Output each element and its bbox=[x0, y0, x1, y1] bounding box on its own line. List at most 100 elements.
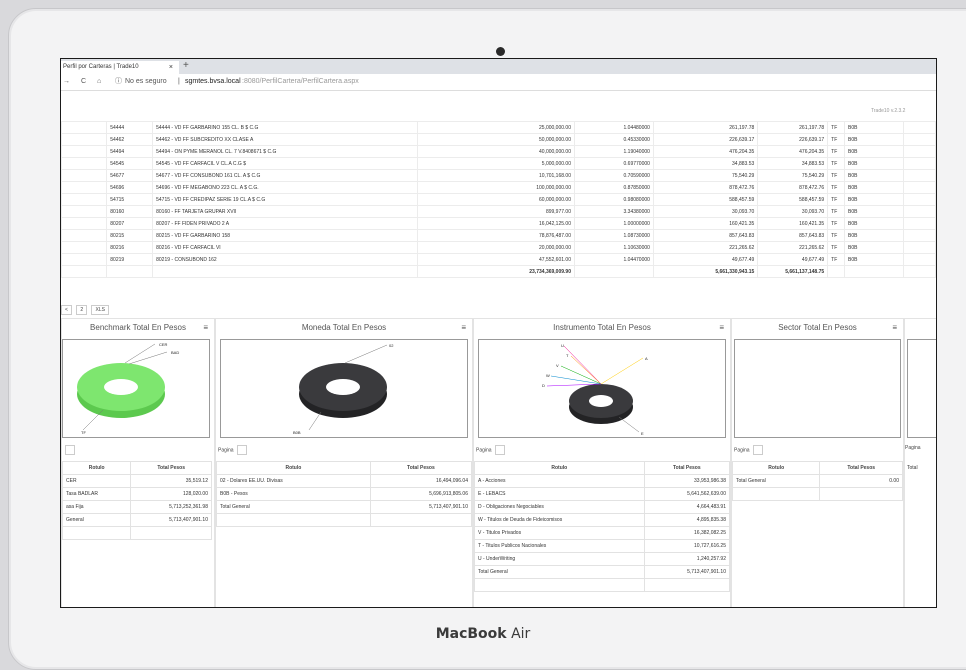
table-row[interactable]: 54715 54715 - VD FF CREDIPAZ SERIE 19 CL.… bbox=[61, 193, 936, 206]
page-number[interactable]: 2 bbox=[76, 305, 88, 315]
spacer-cell bbox=[61, 157, 108, 170]
cell-name: 54444 - VD FF GARBARINO 155 CL. B $ C.G bbox=[152, 121, 418, 134]
panel-title: Instrumento Total En Pesos bbox=[553, 323, 651, 332]
cell-code: 54444 bbox=[106, 121, 154, 134]
label-bad: BAD bbox=[171, 350, 179, 355]
table-row[interactable]: 54462 54462 - VD FF SUBCREDITO XX CLASE A… bbox=[61, 133, 936, 146]
table-row[interactable]: 80216 80216 - VD FF CARFACIL VI 20,000,000… bbox=[61, 241, 936, 254]
table-row[interactable]: D - Obligaciones Negociables 4,664,483.91 bbox=[474, 500, 731, 514]
cell-cur: B0B bbox=[843, 121, 905, 134]
spacer-cell bbox=[903, 181, 936, 194]
table-row[interactable]: 02 - Dolares EE.UU. Divisas 16,494,096.04 bbox=[216, 474, 473, 488]
menu-icon[interactable]: ≡ bbox=[719, 323, 724, 332]
cell-nominal: 50,000,000.00 bbox=[416, 133, 575, 146]
cell-v2: 75,540.29 bbox=[757, 169, 829, 182]
cell-name: 54494 - ON PYME MERANOL CL. 7 V.8408671 … bbox=[152, 145, 418, 158]
table-row[interactable]: Total General 5,713,407,901.10 bbox=[216, 500, 473, 514]
instrumento-panel: Instrumento Total En Pesos ≡ U T A V W D bbox=[473, 318, 731, 607]
menu-icon[interactable]: ≡ bbox=[461, 323, 466, 332]
table-row[interactable]: 80219 80219 - CONSUBOND 162 47,552,601.00 1… bbox=[61, 253, 936, 266]
browser-tab-bar: Perfil por Carteras | Trade10 × + bbox=[61, 59, 936, 74]
header-total[interactable]: Total Pesos bbox=[643, 461, 731, 475]
table-row[interactable]: 54444 54444 - VD FF GARBARINO 155 CL. B $… bbox=[61, 121, 936, 134]
browser-tab[interactable]: Perfil por Carteras | Trade10 × bbox=[61, 61, 179, 74]
cell-name: 54715 - VD FF CREDIPAZ SERIE 19 CL.A $ C… bbox=[152, 193, 418, 206]
table-row[interactable]: A - Acciones 33,953,986.38 bbox=[474, 474, 731, 488]
cell-nominal: 100,000,000.00 bbox=[416, 181, 575, 194]
table-row[interactable]: 80215 80215 - VD FF GARBARINO 158 78,876,4… bbox=[61, 229, 936, 242]
header-total[interactable]: Total Pesos bbox=[130, 461, 212, 475]
table-row[interactable]: 54494 54494 - ON PYME MERANOL CL. 7 V.840… bbox=[61, 145, 936, 158]
menu-icon[interactable]: ≡ bbox=[203, 323, 208, 332]
cell-price: 1.19040000 bbox=[573, 145, 654, 158]
cell-v2: 878,472.76 bbox=[757, 181, 829, 194]
screen: Perfil por Carteras | Trade10 × + → C ⌂ … bbox=[60, 58, 937, 608]
cell-code: 54677 bbox=[106, 169, 154, 182]
url-path[interactable]: :8080/PerfilCartera/PerfilCartera.aspx bbox=[242, 74, 359, 90]
page-box[interactable] bbox=[494, 445, 505, 455]
empty-cell bbox=[843, 265, 905, 278]
header-total[interactable]: Total Pesos bbox=[369, 461, 473, 475]
page-label: Pagina bbox=[476, 445, 505, 455]
cell-v1: 221,265.62 bbox=[652, 241, 759, 254]
camera bbox=[496, 47, 505, 56]
table-row[interactable]: B0B - Pesos 5,696,913,805.06 bbox=[216, 487, 473, 501]
cell-cur: B0B bbox=[843, 217, 905, 230]
url-host[interactable]: sgmtes.bvsa.local bbox=[185, 74, 241, 90]
back-icon[interactable]: → bbox=[63, 74, 70, 90]
new-tab-icon[interactable]: + bbox=[183, 60, 189, 71]
table-row[interactable]: CER 35,519.12 bbox=[61, 474, 212, 488]
total-cell: 5,713,407,901.10 bbox=[369, 500, 473, 514]
header-rotulo[interactable]: Rotulo bbox=[731, 461, 821, 475]
total-cell: 35,519.12 bbox=[130, 474, 212, 488]
table-row[interactable]: Total General 5,713,407,901.10 bbox=[474, 565, 731, 579]
cell-t: TF bbox=[827, 169, 845, 182]
rotulo-cell: Tasa BADLAR bbox=[61, 487, 132, 501]
table-row[interactable]: 80160 80160 - FF TARJETA GRUPAR XVII 899,9… bbox=[61, 205, 936, 218]
table-row[interactable]: asa Fija 5,713,252,361.98 bbox=[61, 500, 212, 514]
table-row[interactable]: 54545 54545 - VD FF CARFACIL V CL.A C.G $… bbox=[61, 157, 936, 170]
cell-nominal: 40,000,000.00 bbox=[416, 145, 575, 158]
table-row[interactable]: Tasa BADLAR 128,020.00 bbox=[61, 487, 212, 501]
header-rotulo[interactable]: Rotulo bbox=[474, 461, 645, 475]
reload-icon[interactable]: C bbox=[81, 74, 86, 90]
table-row[interactable]: 54677 54677 - VD FF CONSUBOND 161 CL. A $… bbox=[61, 169, 936, 182]
xls-export-button[interactable]: XLS bbox=[91, 305, 109, 315]
table-row[interactable]: 80207 80207 - FF FIDEN PRIVADO 2 A 16,042,… bbox=[61, 217, 936, 230]
total-cell: 1,240,257.92 bbox=[643, 552, 731, 566]
cell-v1: 160,421.35 bbox=[652, 217, 759, 230]
extra-panel: Pagina Total bbox=[904, 318, 936, 607]
table-row[interactable]: W - Titulos de Deuda de Fideicomisos 4,89… bbox=[474, 513, 731, 527]
total-cell: 5,713,252,361.98 bbox=[130, 500, 212, 514]
page-box[interactable] bbox=[752, 445, 763, 455]
header-rotulo[interactable]: Rotulo bbox=[61, 461, 132, 475]
page-box[interactable] bbox=[236, 445, 247, 455]
total-cell: 16,382,082.25 bbox=[643, 526, 731, 540]
home-icon[interactable]: ⌂ bbox=[97, 74, 101, 90]
menu-icon[interactable]: ≡ bbox=[892, 323, 897, 332]
table-row[interactable]: General 5,713,407,901.10 bbox=[61, 513, 212, 527]
svg-text:V: V bbox=[556, 363, 559, 368]
table-row[interactable]: Total General 0.00 bbox=[731, 474, 903, 488]
table-row[interactable]: U - UnderWriting 1,240,257.92 bbox=[474, 552, 731, 566]
rotulo-cell: Total General bbox=[731, 474, 821, 488]
table-row[interactable]: 54696 54696 - VD FF MEGABONO 223 CL. A $ … bbox=[61, 181, 936, 194]
cell-t: TF bbox=[827, 133, 845, 146]
table-row[interactable]: T - Titulos Publicos Nacionales 10,727,61… bbox=[474, 539, 731, 553]
close-tab-icon[interactable]: × bbox=[169, 61, 173, 74]
table-row[interactable]: V - Titulos Privados 16,382,082.25 bbox=[474, 526, 731, 540]
header-total[interactable]: Total Pesos bbox=[819, 461, 903, 475]
label-b0b: B0B bbox=[293, 430, 301, 435]
cell-v2: 476,204.35 bbox=[757, 145, 829, 158]
address-bar[interactable]: → C ⌂ ⓘ No es seguro | sgmtes.bvsa.local… bbox=[61, 74, 936, 91]
total-cell: 5,641,562,639.00 bbox=[643, 487, 731, 501]
cell-v1: 226,639.17 bbox=[652, 133, 759, 146]
page-box[interactable] bbox=[65, 445, 75, 455]
empty-cell bbox=[61, 265, 108, 278]
empty-cell bbox=[903, 265, 936, 278]
cell-code: 54545 bbox=[106, 157, 154, 170]
prev-page-button[interactable]: < bbox=[61, 305, 72, 315]
table-row[interactable]: E - LEBACS 5,641,562,639.00 bbox=[474, 487, 731, 501]
header-rotulo[interactable]: Rotulo bbox=[216, 461, 371, 475]
rotulo-cell: U - UnderWriting bbox=[474, 552, 645, 566]
